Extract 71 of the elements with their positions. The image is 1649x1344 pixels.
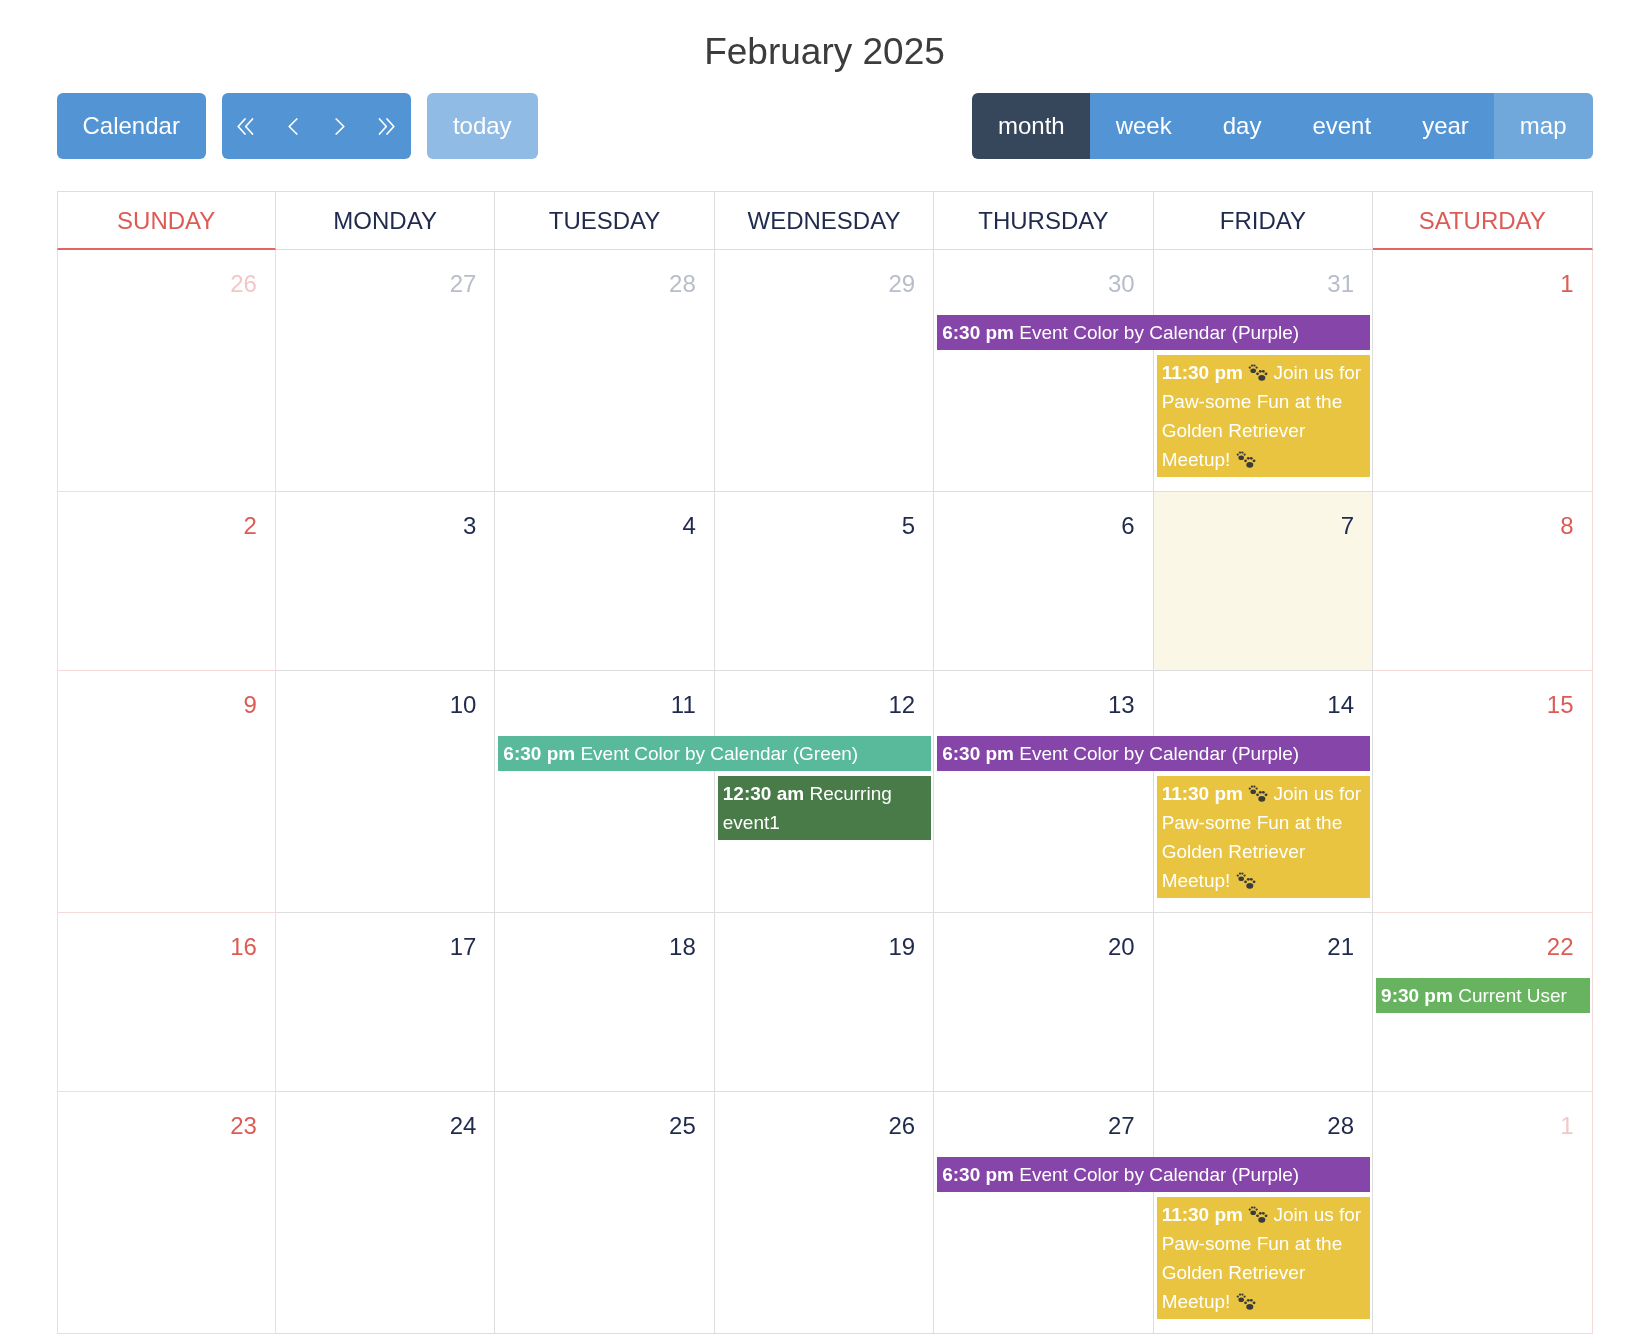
view-tab[interactable]: event <box>1286 93 1398 159</box>
month-title: February 2025 <box>703 30 946 74</box>
view-tab[interactable]: day <box>1196 93 1288 159</box>
day-number: 5 <box>901 511 917 541</box>
day-number: 29 <box>888 269 917 299</box>
day-number: 12 <box>888 690 917 720</box>
paw-prints-icon <box>1235 1293 1256 1311</box>
calendar-event[interactable]: 11:30 pm Join us for Paw-some Fun at the Golden Retriever Meetup! <box>1156 776 1371 898</box>
day-number: 15 <box>1546 690 1575 720</box>
day-number: 26 <box>888 1111 917 1141</box>
day-number: 9 <box>243 690 258 720</box>
calendar-event[interactable]: 6:30 pm Event Color by Calendar (Purple) <box>937 315 1371 350</box>
double-chevron-right-icon <box>378 117 396 135</box>
jump-forward-button[interactable] <box>362 93 411 159</box>
calendar-event[interactable]: 6:30 pm Event Color by Calendar (Green) <box>498 736 932 771</box>
day-number: 23 <box>230 1111 258 1141</box>
day-number: 7 <box>1340 511 1356 541</box>
day-number: 1 <box>1560 269 1575 299</box>
day-number: 11 <box>670 690 697 720</box>
calendar-event[interactable]: 6:30 pm Event Color by Calendar (Purple) <box>937 1157 1371 1192</box>
calendar-event[interactable]: 9:30 pm Current User <box>1376 978 1590 1013</box>
weekday-header: SUNDAY <box>56 191 276 250</box>
day-number: 30 <box>1107 269 1136 299</box>
day-number: 26 <box>230 269 258 299</box>
calendar-event[interactable]: 11:30 pm Join us for Paw-some Fun at the Golden Retriever Meetup! <box>1156 355 1371 477</box>
paw-prints-icon <box>1235 872 1256 890</box>
view-tab[interactable]: map <box>1493 93 1593 159</box>
day-number: 25 <box>669 1111 697 1141</box>
day-number: 8 <box>1560 511 1575 541</box>
weekday-header: MONDAY <box>275 191 496 250</box>
view-tab[interactable]: month <box>971 93 1091 159</box>
view-tab[interactable]: year <box>1396 93 1495 159</box>
day-number: 4 <box>682 511 697 541</box>
day-number: 3 <box>463 511 478 541</box>
day-number: 13 <box>1107 690 1136 720</box>
calendar-button[interactable]: Calendar <box>56 93 206 159</box>
day-number: 31 <box>1327 269 1356 299</box>
day-number: 20 <box>1107 932 1136 962</box>
day-number: 1 <box>1560 1111 1575 1141</box>
paw-prints-icon <box>1248 364 1269 382</box>
day-number: 17 <box>449 932 478 962</box>
weekday-header: TUESDAY <box>495 191 715 250</box>
day-number: 28 <box>669 269 697 299</box>
day-number: 18 <box>669 932 697 962</box>
day-number: 16 <box>230 932 258 962</box>
calendar-event[interactable]: 11:30 pm Join us for Paw-some Fun at the Golden Retriever Meetup! <box>1156 1197 1371 1319</box>
day-number: 27 <box>449 269 478 299</box>
paw-prints-icon <box>1235 451 1256 469</box>
day-number: 6 <box>1121 511 1136 541</box>
day-number: 27 <box>1107 1111 1136 1141</box>
jump-back-button[interactable] <box>221 93 270 159</box>
weekday-header: THURSDAY <box>934 191 1154 250</box>
chevron-right-icon <box>334 117 345 135</box>
weekday-header: FRIDAY <box>1153 191 1374 250</box>
weekday-header: WEDNESDAY <box>714 191 935 250</box>
day-number: 21 <box>1327 932 1356 962</box>
view-tab[interactable]: week <box>1089 93 1198 159</box>
calendar-event[interactable]: 6:30 pm Event Color by Calendar (Purple) <box>937 736 1371 771</box>
chevron-left-icon <box>287 117 298 135</box>
weekday-header: SATURDAY <box>1373 191 1593 250</box>
day-number: 19 <box>888 932 917 962</box>
day-number: 14 <box>1327 690 1356 720</box>
paw-prints-icon <box>1248 785 1269 803</box>
day-number: 2 <box>243 511 258 541</box>
day-number: 24 <box>449 1111 478 1141</box>
calendar-event[interactable]: 12:30 am Recurring event1 <box>717 776 932 840</box>
double-chevron-left-icon <box>237 117 255 135</box>
day-number: 28 <box>1327 1111 1356 1141</box>
day-number: 10 <box>449 690 478 720</box>
paw-prints-icon <box>1248 1206 1269 1224</box>
day-number: 22 <box>1546 932 1575 962</box>
